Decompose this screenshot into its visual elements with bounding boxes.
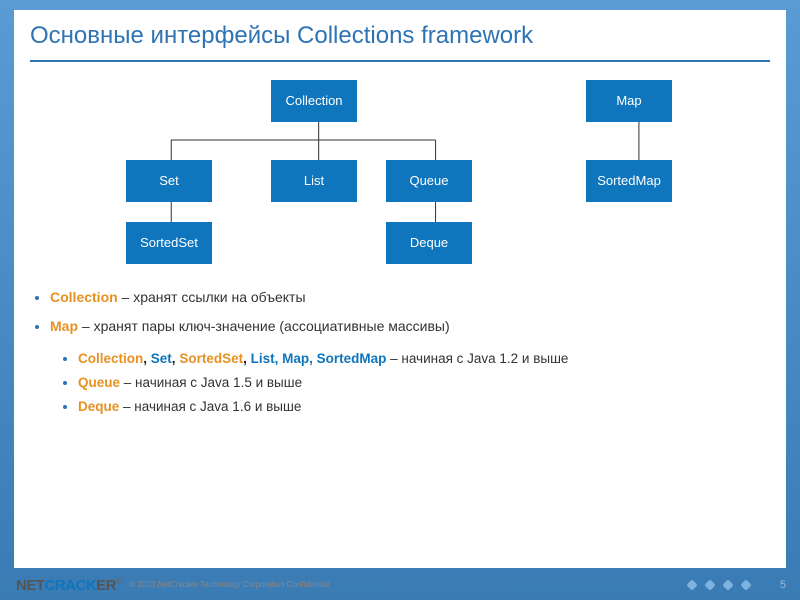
kw: Deque (78, 399, 119, 414)
title-underline (30, 60, 770, 62)
box-sortedset: SortedSet (126, 222, 212, 264)
bullet-map: Map – хранят пары ключ-значение (ассоциа… (50, 317, 766, 336)
bullet-text: – начиная с Java 1.5 и выше (120, 375, 302, 390)
box-set: Set (126, 160, 212, 202)
sub-bullet-1: Collection, Set, SortedSet, List, Map, S… (78, 350, 766, 368)
sub-bullet-list: Collection, Set, SortedSet, List, Map, S… (50, 350, 766, 417)
box-list: List (271, 160, 357, 202)
logo-part: NET (16, 577, 45, 594)
slide: Основные интерфейсы Collections framewor… (14, 10, 786, 568)
keyword-collection: Collection (50, 289, 118, 305)
footer-dots-icon (688, 581, 750, 589)
kw: Set (151, 351, 172, 366)
copyright: © 2013 NetCracker Technology Corporation… (129, 581, 329, 590)
hierarchy-diagram: Collection Set List Queue SortedSet Dequ… (34, 78, 766, 278)
logo-part: CRACK (45, 577, 97, 594)
bullet-list: Collection – хранят ссылки на объекты Ma… (14, 288, 786, 424)
bullet-text: – начиная с Java 1.6 и выше (119, 399, 301, 414)
footer: NETCRACKER® © 2013 NetCracker Technology… (0, 570, 800, 600)
sub-bullet-3: Deque – начиная с Java 1.6 и выше (78, 398, 766, 416)
box-collection: Collection (271, 80, 357, 122)
box-map: Map (586, 80, 672, 122)
sub-bullet-2: Queue – начиная с Java 1.5 и выше (78, 374, 766, 392)
kw: List, Map, SortedMap (251, 351, 387, 366)
netcracker-logo: NETCRACKER® (16, 577, 121, 594)
bullet-text: – хранят пары ключ-значение (ассоциативн… (78, 318, 450, 334)
kw: SortedSet (179, 351, 243, 366)
kw: Queue (78, 375, 120, 390)
bullet-text: – хранят ссылки на объекты (118, 289, 306, 305)
logo-part: ER (96, 577, 116, 594)
kw: Collection (78, 351, 143, 366)
box-queue: Queue (386, 160, 472, 202)
bullet-text: – начиная с Java 1.2 и выше (386, 351, 568, 366)
registered-mark: ® (116, 577, 121, 586)
page-number: 5 (780, 579, 786, 591)
keyword-map: Map (50, 318, 78, 334)
bullet-collection: Collection – хранят ссылки на объекты (50, 288, 766, 307)
box-deque: Deque (386, 222, 472, 264)
slide-title: Основные интерфейсы Collections framewor… (14, 10, 786, 60)
box-sortedmap: SortedMap (586, 160, 672, 202)
